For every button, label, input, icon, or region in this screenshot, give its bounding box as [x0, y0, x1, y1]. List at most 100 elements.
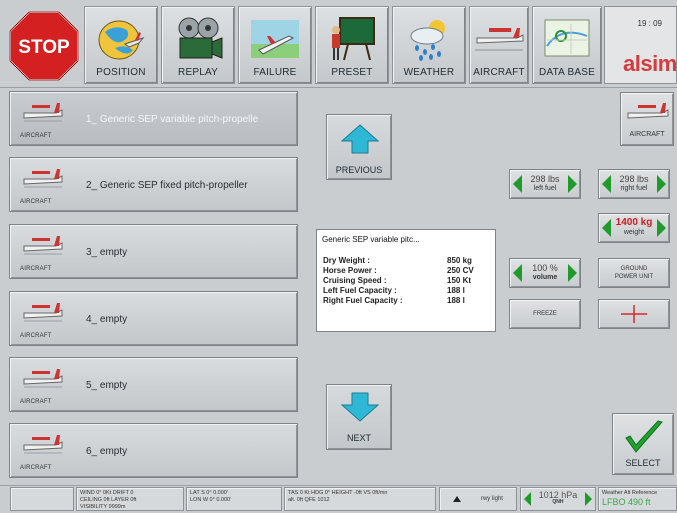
aircraft-thumbnail-icon — [23, 369, 63, 388]
alt-line: alt. 0ft QFE 1012 — [288, 497, 330, 503]
aircraft-slot-5[interactable]: AIRCRAFT 5_ empty — [9, 357, 298, 412]
decrease-volume-icon[interactable] — [513, 264, 522, 282]
toolbar-position-button[interactable]: POSITION — [84, 6, 158, 84]
volume-control[interactable]: 100 % volume — [509, 258, 581, 288]
increase-left-fuel-icon[interactable] — [568, 175, 577, 193]
info-row-value: 188 l — [447, 286, 465, 295]
brand-logo: alsim — [623, 51, 677, 76]
aircraft-slot-sublabel: AIRCRAFT — [20, 133, 52, 139]
weather-alt-reference: Weather Alt Reference LFBO 490 ft — [598, 487, 677, 511]
aircraft-slot-title: empty — [99, 314, 128, 325]
right-fuel-value: 298 lbs — [619, 174, 649, 184]
aircraft-slot-sublabel: AIRCRAFT — [20, 465, 52, 471]
tas-line: TAS 0 Kt HDG 0° HEIGHT -0ft VS 0ft/mn — [288, 490, 388, 496]
ground-power-unit-button[interactable]: GROUND POWER UNIT — [598, 258, 670, 288]
toolbar-preset-label: PRESET — [331, 67, 373, 78]
runway-light-control[interactable]: rwy light — [439, 487, 517, 511]
toolbar-preset-button[interactable]: PRESET — [315, 6, 389, 84]
freeze-label: FREEZE — [533, 311, 557, 317]
aircraft-thumbnail-icon — [23, 435, 63, 454]
aircraft-thumbnail-icon — [23, 103, 63, 122]
left-fuel-label: left fuel — [533, 185, 557, 192]
aircraft-slot-name: 4_ empty — [86, 314, 127, 325]
info-row-value: 250 CV — [447, 266, 474, 275]
right-fuel-control[interactable]: 298 lbs right fuel — [598, 169, 670, 199]
next-label: NEXT — [346, 433, 371, 443]
toolbar-database-button[interactable]: DATA BASE — [532, 6, 602, 84]
increase-qnh-icon[interactable] — [584, 492, 592, 506]
aircraft-slot-1[interactable]: AIRCRAFT 1_ Generic SEP variable pitch-pr… — [9, 91, 298, 146]
wind-line: WIND 0° 0Kt DRIFT 0 — [80, 490, 134, 496]
toolbar-aircraft-label: AIRCRAFT — [473, 67, 525, 78]
film-reel-icon — [172, 17, 224, 61]
weight-label: weight — [623, 229, 645, 236]
select-button[interactable]: SELECT — [612, 413, 674, 475]
weather-ref-title: Weather Alt Reference — [602, 490, 658, 496]
decrease-qnh-icon[interactable] — [524, 492, 531, 506]
toolbar-failure-button[interactable]: FAILURE — [238, 6, 312, 84]
aircraft-slot-sublabel: AIRCRAFT — [20, 199, 52, 205]
toolbar-aircraft-button[interactable]: AIRCRAFT — [469, 6, 529, 84]
aircraft-thumbnail-icon — [23, 236, 63, 255]
aircraft-info-panel: Generic SEP variable pitc... Dry Weight … — [316, 229, 496, 332]
stop-button[interactable]: STOP — [8, 10, 80, 82]
aircraft-slot-sublabel: AIRCRAFT — [20, 399, 52, 405]
aircraft-slot-name: 5_ empty — [86, 380, 127, 391]
toolbar-weather-button[interactable]: WEATHER — [392, 6, 466, 84]
aircraft-thumbnail-icon — [23, 303, 63, 322]
decrease-right-fuel-icon[interactable] — [602, 175, 611, 193]
aircraft-slot-3[interactable]: AIRCRAFT 3_ empty — [9, 224, 298, 279]
aircraft-slot-number: 2_ — [86, 180, 98, 191]
info-rows: Dry Weight :850 kg Horse Power :250 CV Cru… — [323, 256, 487, 306]
aircraft-slot-sublabel: AIRCRAFT — [20, 266, 52, 272]
freeze-button[interactable]: FREEZE — [509, 299, 581, 329]
arrow-down-icon — [340, 392, 380, 422]
aircraft-slot-sublabel: AIRCRAFT — [20, 333, 52, 339]
volume-value: 100 % — [532, 263, 558, 273]
aircraft-icon — [473, 17, 525, 61]
volume-label: volume — [532, 274, 558, 281]
weather-ref-value: LFBO 490 ft — [602, 497, 651, 507]
increase-right-fuel-icon[interactable] — [657, 175, 666, 193]
info-row: Left Fuel Capacity : 188 l — [323, 286, 487, 296]
previous-button[interactable]: PREVIOUS — [326, 114, 392, 180]
increase-weight-icon[interactable] — [656, 219, 666, 237]
info-row-label: Cruising Speed : — [323, 276, 387, 285]
status-speeds: TAS 0 Kt HDG 0° HEIGHT -0ft VS 0ft/mn al… — [284, 487, 436, 511]
left-fuel-control[interactable]: 298 lbs left fuel — [509, 169, 581, 199]
crosshair-button[interactable] — [598, 299, 670, 329]
toolbar-position-label: POSITION — [96, 67, 146, 78]
status-position: LAT S 0° 0.000' LON W 0° 0.000' — [186, 487, 282, 511]
aircraft-slot-number: 1_ — [86, 114, 98, 125]
toolbar-failure-label: FAILURE — [253, 67, 297, 78]
visibility-line: VISIBILITY 9999m — [80, 504, 126, 510]
decrease-weight-icon[interactable] — [602, 219, 611, 237]
next-button[interactable]: NEXT — [326, 384, 392, 450]
checkmark-icon — [625, 420, 663, 453]
aircraft-slot-4[interactable]: AIRCRAFT 4_ empty — [9, 291, 298, 346]
decrease-left-fuel-icon[interactable] — [513, 175, 522, 193]
aircraft-thumbnail-icon — [23, 169, 63, 188]
current-aircraft-button[interactable]: AIRCRAFT — [620, 92, 674, 146]
increase-volume-icon[interactable] — [568, 264, 577, 282]
info-row-value: 150 Kt — [447, 276, 472, 285]
weight-value: 1400 kg — [615, 217, 653, 228]
stop-sign-icon: STOP — [9, 11, 79, 81]
toolbar-replay-label: REPLAY — [178, 67, 218, 78]
info-title: Generic SEP variable pitc... — [322, 235, 420, 244]
map-database-icon — [541, 17, 593, 61]
clock-time: 19 : 09 — [637, 19, 662, 28]
aircraft-icon — [627, 103, 669, 119]
aircraft-slot-title: Generic SEP fixed pitch-propeller — [99, 180, 248, 191]
aircraft-slot-2[interactable]: AIRCRAFT 2_ Generic SEP fixed pitch-prope… — [9, 157, 298, 212]
info-row-label: Horse Power : — [323, 266, 377, 275]
aircraft-slot-number: 5_ — [86, 380, 98, 391]
runway-light-label: rwy light — [480, 495, 503, 502]
rain-cloud-icon — [403, 17, 455, 61]
weight-control[interactable]: 1400 kg weight — [598, 213, 670, 243]
stop-label: STOP — [18, 37, 70, 58]
aircraft-slot-6[interactable]: AIRCRAFT 6_ empty — [9, 423, 298, 478]
clock-brand-panel: 19 : 09 alsim — [604, 6, 677, 84]
toolbar-replay-button[interactable]: REPLAY — [161, 6, 235, 84]
qnh-control[interactable]: 1012 hPa QNH — [520, 487, 596, 511]
